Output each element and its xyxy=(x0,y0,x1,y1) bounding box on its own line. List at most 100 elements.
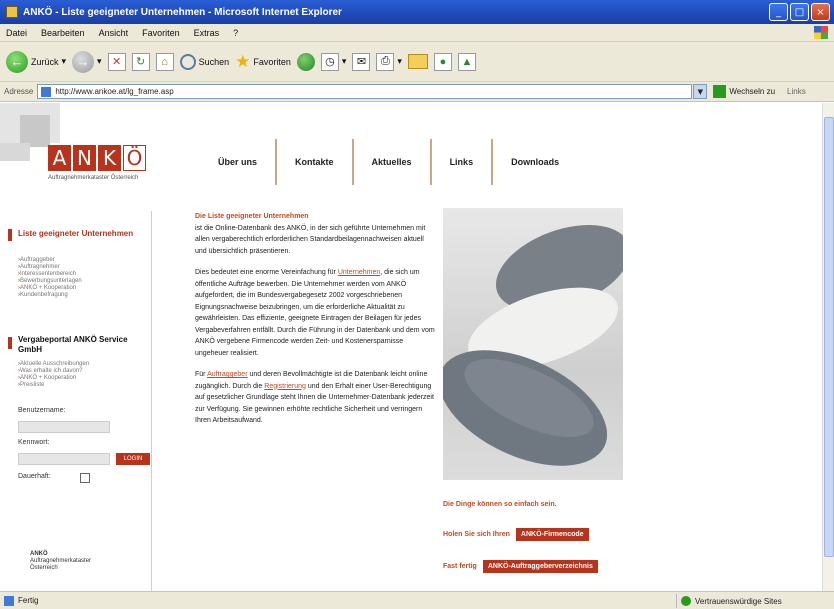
logo-letter: K xyxy=(98,145,121,171)
verzeichnis-button[interactable]: ANKÖ-Auftraggeberverzeichnis xyxy=(482,560,598,573)
sidebar-heading-vergabeportal[interactable]: Vergabeportal ANKÖ Service GmbH xyxy=(18,335,138,355)
nav-ueber-uns[interactable]: Über uns xyxy=(200,139,278,185)
sidebar-item[interactable]: Preisliste xyxy=(18,382,89,389)
title-bar: ANKÖ - Liste geeigneter Unternehmen - Mi… xyxy=(0,0,834,24)
forward-arrow-icon: → xyxy=(72,50,95,73)
minimize-button[interactable]: _ xyxy=(769,3,788,21)
anko-logo[interactable]: A N K Ö xyxy=(48,145,148,171)
security-zone: Vertrauenswürdige Sites xyxy=(676,594,782,608)
messenger-button[interactable]: ● xyxy=(433,52,452,71)
zone-text: Vertrauenswürdige Sites xyxy=(695,596,782,606)
persist-checkbox[interactable] xyxy=(80,473,90,483)
search-button[interactable]: Suchen xyxy=(179,53,230,70)
page-viewport: A N K Ö Auftragnehmerkataster Österreich… xyxy=(0,103,822,591)
footer-line: Österreich xyxy=(30,565,58,571)
sidebar-item[interactable]: Kundenbefragung xyxy=(18,292,82,299)
status-text: Fertig xyxy=(18,596,39,605)
back-button[interactable]: ← Zurück ▾ xyxy=(6,50,67,73)
print-icon: ⎙ xyxy=(376,52,395,71)
intro-text: ist die Online-Datenbank des ANKÖ, in de… xyxy=(195,224,426,255)
links-toolbar[interactable]: Links xyxy=(787,87,806,96)
forward-button[interactable]: → ▾ xyxy=(72,50,102,73)
favorites-button[interactable]: ★ Favoriten xyxy=(235,52,291,72)
chevron-down-icon: ▾ xyxy=(341,56,347,66)
vertical-scrollbar[interactable] xyxy=(822,103,834,591)
address-input[interactable]: http://www.ankoe.at/lg_frame.asp xyxy=(37,84,693,99)
cta-tagline: Die Dinge können so einfach sein. xyxy=(443,501,557,508)
password-label: Kennwort: xyxy=(18,439,50,446)
discuss-icon: ▲ xyxy=(457,52,476,71)
password-input[interactable] xyxy=(18,453,110,465)
refresh-button[interactable]: ↻ xyxy=(131,52,150,71)
ie-app-icon xyxy=(6,6,18,18)
logo-letter: Ö xyxy=(123,145,146,171)
maximize-button[interactable]: □ xyxy=(790,3,809,21)
sidebar-item[interactable]: ANKÖ + Kooperation xyxy=(18,285,82,292)
link-registrierung[interactable]: Registrierung xyxy=(264,383,306,390)
page-done-icon xyxy=(4,595,14,606)
stop-button[interactable]: ✕ xyxy=(107,52,126,71)
home-button[interactable]: ⌂ xyxy=(155,52,174,71)
media-button[interactable] xyxy=(296,52,315,71)
print-button[interactable]: ⎙ ▾ xyxy=(376,52,402,71)
favorites-label: Favoriten xyxy=(253,56,291,67)
nav-downloads[interactable]: Downloads xyxy=(493,139,577,185)
menu-bearbeiten[interactable]: Bearbeiten xyxy=(41,28,85,38)
link-unternehmen[interactable]: Unternehmen xyxy=(338,269,380,276)
cta-firmencode: Holen Sie sich Ihren ANKÖ-Firmencode xyxy=(443,528,589,541)
menu-extras[interactable]: Extras xyxy=(194,28,220,38)
footer-line: ANKÖ xyxy=(30,551,48,557)
address-dropdown-button[interactable]: ▼ xyxy=(693,84,708,99)
address-bar: Adresse http://www.ankoe.at/lg_frame.asp… xyxy=(0,82,834,102)
login-button[interactable]: LOGIN xyxy=(116,453,150,465)
nav-kontakte[interactable]: Kontakte xyxy=(277,139,354,185)
link-auftraggeber[interactable]: Auftraggeber xyxy=(207,371,247,378)
decor-square xyxy=(0,143,30,161)
media-icon xyxy=(296,52,315,71)
logo-letter: A xyxy=(48,145,71,171)
sidebar-item[interactable]: Interessentenbereich xyxy=(18,271,82,278)
sidebar-heading-liste[interactable]: Liste geeigneter Unternehmen xyxy=(18,229,138,239)
menu-help[interactable]: ? xyxy=(233,28,238,38)
discuss-button[interactable]: ▲ xyxy=(457,52,476,71)
sidebar-item[interactable]: Aktuelle Ausschreibungen xyxy=(18,361,89,368)
history-icon: ◷ xyxy=(320,52,339,71)
chevron-down-icon: ▾ xyxy=(61,56,67,66)
menu-ansicht[interactable]: Ansicht xyxy=(99,28,129,38)
logo-letter: N xyxy=(73,145,96,171)
intro-heading: Die Liste geeigneter Unternehmen xyxy=(195,213,309,220)
nav-aktuelles[interactable]: Aktuelles xyxy=(354,139,432,185)
sidebar: Liste geeigneter Unternehmen Auftraggebe… xyxy=(0,211,152,591)
close-button[interactable]: × xyxy=(811,3,830,21)
folder-button[interactable] xyxy=(407,54,428,69)
sidebar-accent xyxy=(8,337,12,349)
history-button[interactable]: ◷ ▾ xyxy=(320,52,347,71)
sidebar-item[interactable]: ANKÖ + Kooperation xyxy=(18,375,89,382)
sidebar-item[interactable]: Was erhalte ich davon? xyxy=(18,368,89,375)
p3-text-a: Für xyxy=(195,371,206,378)
cta-verzeichnis: Fast fertig ANKÖ-Auftraggeberverzeichnis xyxy=(443,560,598,573)
firmencode-button[interactable]: ANKÖ-Firmencode xyxy=(515,528,589,541)
page-icon xyxy=(41,86,52,97)
messenger-icon: ● xyxy=(433,52,452,71)
sidebar-item[interactable]: Auftragnehmer xyxy=(18,264,82,271)
logo-area: A N K Ö Auftragnehmerkataster Österreich xyxy=(0,103,200,203)
address-label: Adresse xyxy=(4,87,34,96)
sidebar-item[interactable]: Auftraggeber xyxy=(18,257,82,264)
username-input[interactable] xyxy=(18,421,110,433)
menu-datei[interactable]: Datei xyxy=(6,28,27,38)
menu-favoriten[interactable]: Favoriten xyxy=(142,28,180,38)
scrollbar-thumb[interactable] xyxy=(824,117,834,557)
refresh-icon: ↻ xyxy=(131,52,150,71)
mail-button[interactable]: ✉ xyxy=(352,52,371,71)
search-label: Suchen xyxy=(198,56,230,67)
cta-verzeichnis-text: Fast fertig xyxy=(443,563,477,570)
address-url: http://www.ankoe.at/lg_frame.asp xyxy=(55,87,174,96)
status-bar: Fertig Vertrauenswürdige Sites xyxy=(0,591,834,609)
go-button[interactable]: Wechseln zu xyxy=(713,85,775,98)
sidebar-list-vergabeportal: Aktuelle Ausschreibungen Was erhalte ich… xyxy=(18,361,89,389)
sidebar-item[interactable]: Bewerbungsunterlagen xyxy=(18,278,82,285)
persist-label: Dauerhaft: xyxy=(18,473,51,480)
nav-links[interactable]: Links xyxy=(432,139,494,185)
search-icon xyxy=(179,53,196,70)
